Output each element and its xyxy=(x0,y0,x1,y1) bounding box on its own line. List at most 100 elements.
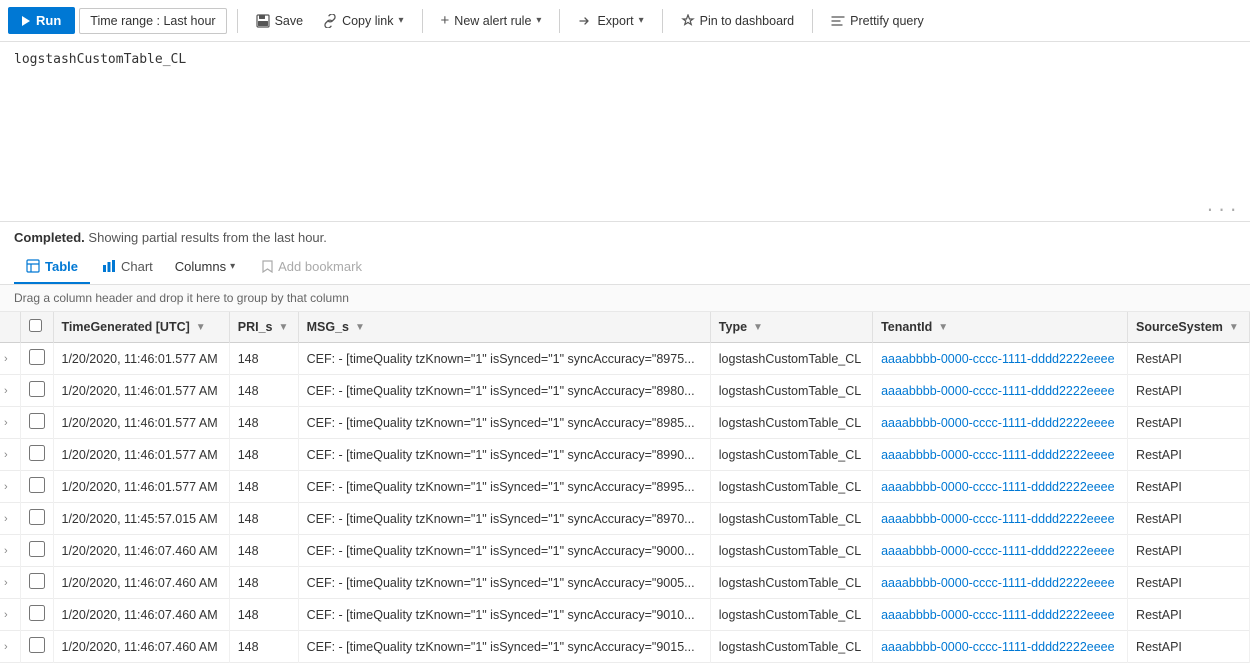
new-alert-chevron: ▾ xyxy=(536,15,541,26)
cell-timegenerated: 1/20/2020, 11:46:01.577 AM xyxy=(53,407,229,439)
copy-link-button[interactable]: Copy link ▾ xyxy=(315,9,411,33)
bookmark-icon xyxy=(261,260,274,273)
row-expand-button[interactable]: › xyxy=(0,599,20,631)
cell-sourcesystem: RestAPI xyxy=(1128,407,1250,439)
row-checkbox[interactable] xyxy=(29,413,45,429)
time-range-button[interactable]: Time range : Last hour xyxy=(79,8,226,34)
row-expand-button[interactable]: › xyxy=(0,375,20,407)
row-expand-button[interactable]: › xyxy=(0,343,20,375)
row-checkbox-cell xyxy=(20,439,53,471)
run-button[interactable]: Run xyxy=(8,7,75,34)
cell-pri_s: 148 xyxy=(229,407,298,439)
row-checkbox[interactable] xyxy=(29,509,45,525)
col-pri-label: PRI_s xyxy=(238,320,273,334)
select-all-checkbox[interactable] xyxy=(29,319,42,332)
cell-msg_s: CEF: - [timeQuality tzKnown="1" isSynced… xyxy=(298,599,710,631)
cell-pri_s: 148 xyxy=(229,567,298,599)
row-expand-button[interactable]: › xyxy=(0,407,20,439)
row-checkbox-cell xyxy=(20,375,53,407)
cell-msg_s: CEF: - [timeQuality tzKnown="1" isSynced… xyxy=(298,503,710,535)
add-bookmark-button[interactable]: Add bookmark xyxy=(253,253,370,280)
data-table-wrapper[interactable]: TimeGenerated [UTC] ▼ PRI_s ▼ MSG_s ▼ xyxy=(0,312,1250,666)
export-button[interactable]: Export ▾ xyxy=(570,9,651,33)
separator-2 xyxy=(422,9,423,33)
tab-chart[interactable]: Chart xyxy=(90,251,165,284)
cell-timegenerated: 1/20/2020, 11:46:07.460 AM xyxy=(53,599,229,631)
query-editor[interactable]: logstashCustomTable_CL ... xyxy=(0,42,1250,222)
col-type-label: Type xyxy=(719,320,747,334)
table-row: ›1/20/2020, 11:46:07.460 AM148CEF: - [ti… xyxy=(0,567,1250,599)
tab-table-label: Table xyxy=(45,259,78,274)
sourcesystem-filter-icon[interactable]: ▼ xyxy=(1229,322,1239,333)
cell-sourcesystem: RestAPI xyxy=(1128,375,1250,407)
type-filter-icon[interactable]: ▼ xyxy=(753,322,763,333)
cell-pri_s: 148 xyxy=(229,343,298,375)
drag-hint-text: Drag a column header and drop it here to… xyxy=(14,291,349,305)
col-timegenerated-header[interactable]: TimeGenerated [UTC] ▼ xyxy=(53,312,229,343)
cell-pri_s: 148 xyxy=(229,375,298,407)
pin-to-dashboard-button[interactable]: Pin to dashboard xyxy=(673,9,803,33)
row-expand-button[interactable]: › xyxy=(0,439,20,471)
row-checkbox[interactable] xyxy=(29,605,45,621)
copy-link-chevron: ▾ xyxy=(399,15,404,26)
row-checkbox[interactable] xyxy=(29,541,45,557)
export-chevron: ▾ xyxy=(639,15,644,26)
row-checkbox[interactable] xyxy=(29,381,45,397)
save-label: Save xyxy=(275,14,304,28)
status-message: Showing partial results from the last ho… xyxy=(88,230,326,245)
save-button[interactable]: Save xyxy=(248,9,312,33)
prettify-icon xyxy=(831,14,845,28)
cell-sourcesystem: RestAPI xyxy=(1128,503,1250,535)
row-expand-button[interactable]: › xyxy=(0,631,20,663)
tab-chart-label: Chart xyxy=(121,259,153,274)
row-expand-button[interactable]: › xyxy=(0,567,20,599)
prettify-query-label: Prettify query xyxy=(850,14,924,28)
chart-icon xyxy=(102,259,116,273)
query-more-indicator: ... xyxy=(1205,196,1240,215)
row-expand-button[interactable]: › xyxy=(0,535,20,567)
row-checkbox[interactable] xyxy=(29,477,45,493)
row-expand-button[interactable]: › xyxy=(0,471,20,503)
col-tenantid-header[interactable]: TenantId ▼ xyxy=(873,312,1128,343)
cell-type: logstashCustomTable_CL xyxy=(710,439,872,471)
row-checkbox[interactable] xyxy=(29,573,45,589)
row-checkbox[interactable] xyxy=(29,445,45,461)
pri-filter-icon[interactable]: ▼ xyxy=(278,322,288,333)
separator-4 xyxy=(662,9,663,33)
columns-button[interactable]: Columns ▾ xyxy=(165,253,245,280)
table-row: ›1/20/2020, 11:46:01.577 AM148CEF: - [ti… xyxy=(0,439,1250,471)
prettify-query-button[interactable]: Prettify query xyxy=(823,9,932,33)
add-bookmark-label: Add bookmark xyxy=(278,259,362,274)
cell-type: logstashCustomTable_CL xyxy=(710,375,872,407)
row-checkbox-cell xyxy=(20,503,53,535)
results-table: TimeGenerated [UTC] ▼ PRI_s ▼ MSG_s ▼ xyxy=(0,312,1250,663)
col-type-header[interactable]: Type ▼ xyxy=(710,312,872,343)
cell-sourcesystem: RestAPI xyxy=(1128,567,1250,599)
col-sourcesystem-header[interactable]: SourceSystem ▼ xyxy=(1128,312,1250,343)
timegenerated-filter-icon[interactable]: ▼ xyxy=(196,322,206,333)
row-checkbox[interactable] xyxy=(29,349,45,365)
cell-tenantid: aaaabbbb-0000-cccc-1111-dddd2222eeee xyxy=(873,375,1128,407)
cell-type: logstashCustomTable_CL xyxy=(710,535,872,567)
cell-msg_s: CEF: - [timeQuality tzKnown="1" isSynced… xyxy=(298,343,710,375)
col-msg-header[interactable]: MSG_s ▼ xyxy=(298,312,710,343)
tenantid-filter-icon[interactable]: ▼ xyxy=(938,322,948,333)
cell-timegenerated: 1/20/2020, 11:46:01.577 AM xyxy=(53,375,229,407)
row-expand-button[interactable]: › xyxy=(0,503,20,535)
cell-msg_s: CEF: - [timeQuality tzKnown="1" isSynced… xyxy=(298,375,710,407)
msg-filter-icon[interactable]: ▼ xyxy=(355,322,365,333)
new-alert-rule-button[interactable]: + New alert rule ▾ xyxy=(433,7,550,34)
export-icon xyxy=(578,14,592,28)
columns-label: Columns xyxy=(175,259,226,274)
cell-tenantid: aaaabbbb-0000-cccc-1111-dddd2222eeee xyxy=(873,535,1128,567)
time-range-label: Time range : Last hour xyxy=(90,14,215,28)
tab-table[interactable]: Table xyxy=(14,251,90,284)
col-pri-header[interactable]: PRI_s ▼ xyxy=(229,312,298,343)
cell-sourcesystem: RestAPI xyxy=(1128,535,1250,567)
cell-msg_s: CEF: - [timeQuality tzKnown="1" isSynced… xyxy=(298,439,710,471)
cell-sourcesystem: RestAPI xyxy=(1128,631,1250,663)
row-checkbox[interactable] xyxy=(29,637,45,653)
cell-type: logstashCustomTable_CL xyxy=(710,343,872,375)
table-row: ›1/20/2020, 11:46:07.460 AM148CEF: - [ti… xyxy=(0,535,1250,567)
table-row: ›1/20/2020, 11:46:01.577 AM148CEF: - [ti… xyxy=(0,407,1250,439)
